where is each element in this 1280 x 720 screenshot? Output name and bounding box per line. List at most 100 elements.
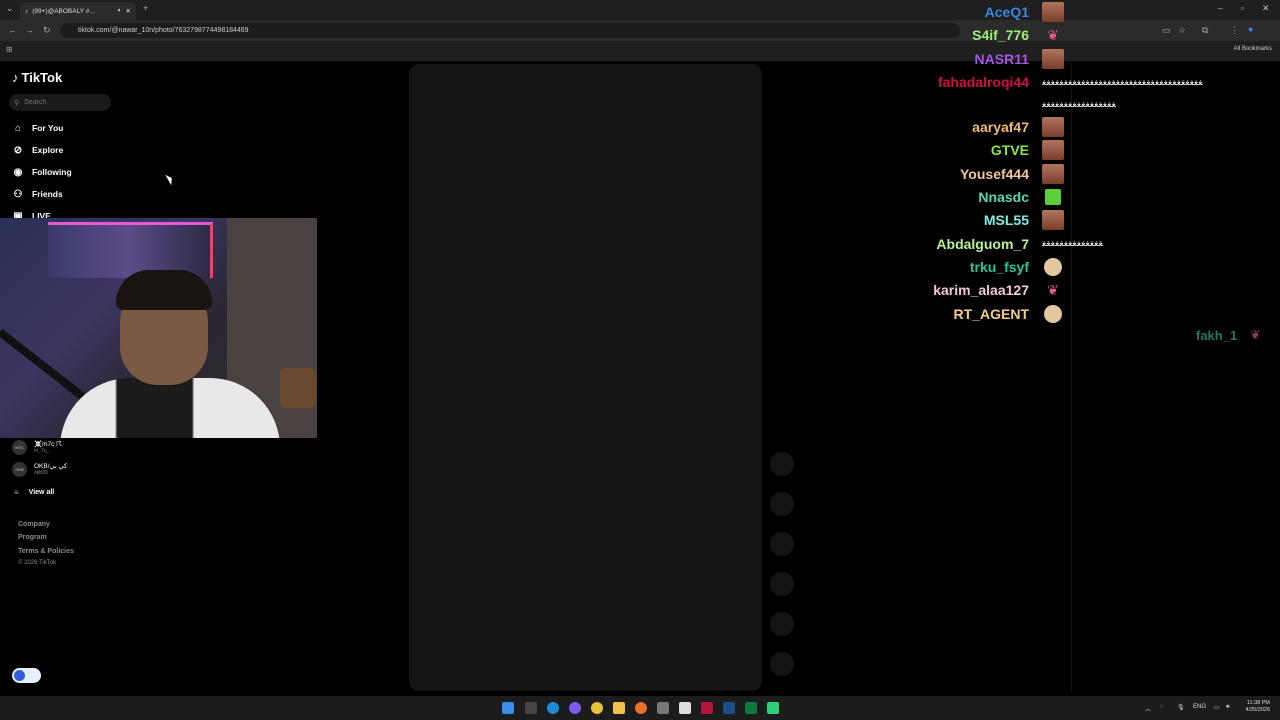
chat-avatar: [1042, 140, 1064, 160]
clapper-icon[interactable]: [657, 702, 669, 714]
excel-icon[interactable]: [745, 702, 757, 714]
new-tab-icon[interactable]: +: [143, 3, 148, 13]
nav-explore[interactable]: ⊘ Explore: [12, 144, 63, 156]
comment-button[interactable]: [770, 492, 794, 516]
extensions-icon[interactable]: ⧉: [1202, 25, 1208, 36]
footer-program[interactable]: Program: [18, 534, 47, 541]
chat-avatar: [1044, 305, 1062, 323]
browser-tab[interactable]: ♪ (99+)@ABOBALY #... 🔈︎ ✕: [20, 2, 136, 20]
chat-message: fahadalroqi44: [938, 71, 1035, 93]
window-close-icon[interactable]: ✕: [1262, 3, 1270, 14]
heart-emote-icon: ❦: [1047, 27, 1059, 43]
friends-icon: ⚇: [13, 188, 23, 200]
firefox-icon[interactable]: [635, 702, 647, 714]
chat-message: Abdalguom_7: [936, 233, 1035, 255]
nav-for-you[interactable]: ⌂ For You: [12, 122, 63, 134]
tiktok-logo[interactable]: ♪ TikTok: [12, 70, 62, 85]
edge-icon[interactable]: [547, 702, 559, 714]
share-button[interactable]: [770, 572, 794, 596]
account-text: ☠️m7c ☈ m_7c_: [34, 441, 62, 454]
nav-label: Following: [32, 167, 72, 177]
more-button[interactable]: [770, 612, 794, 636]
file-explorer-icon[interactable]: [613, 702, 625, 714]
chat-avatar: [1042, 117, 1064, 137]
bookmark-star-icon[interactable]: ☆: [1178, 25, 1186, 36]
all-bookmarks[interactable]: All Bookmarks: [1234, 46, 1272, 52]
steam-icon[interactable]: [723, 702, 735, 714]
screen: ⌄ ♪ (99+)@ABOBALY #... 🔈︎ ✕ + – ▫ ✕ ← → …: [0, 0, 1280, 720]
search-placeholder: Search: [24, 99, 47, 106]
install-icon[interactable]: ▭: [1162, 25, 1171, 36]
adobe-icon[interactable]: [701, 702, 713, 714]
menu-icon[interactable]: ⋮: [1230, 25, 1239, 36]
following-account[interactable]: M7C ☠️m7c ☈ m_7c_: [12, 440, 62, 455]
footer-terms[interactable]: Terms & Policies: [18, 548, 74, 555]
chat-message: NASR11: [975, 48, 1035, 70]
tiktok-logo-text: TikTok: [21, 70, 63, 85]
chat-avatar: [1042, 210, 1064, 230]
footer-copyright: © 2026 TikTok: [18, 560, 57, 566]
document-icon[interactable]: [679, 702, 691, 714]
browser-tab-bar: ⌄ ♪ (99+)@ABOBALY #... 🔈︎ ✕ + – ▫ ✕: [0, 0, 1280, 20]
copilot-icon[interactable]: [569, 702, 581, 714]
minimize-icon[interactable]: –: [1218, 3, 1223, 13]
reload-icon[interactable]: ↻: [43, 25, 51, 36]
chat-username: fahadalroqi44: [937, 74, 1029, 90]
account-name: ☠️m7c ☈: [34, 441, 63, 448]
view-all-label: View all: [28, 489, 55, 496]
back-icon[interactable]: ←: [8, 25, 17, 35]
tray-display-icon[interactable]: ▭: [1214, 704, 1220, 711]
url-field[interactable]: tiktok.com/@nawar_10n/photo/763279877449…: [60, 23, 960, 38]
chat-avatar: [1045, 189, 1061, 205]
nav-friends[interactable]: ⚇ Friends: [12, 188, 63, 200]
profile-avatar-icon[interactable]: ●: [1248, 24, 1253, 34]
video-player[interactable]: [409, 64, 762, 691]
search-input[interactable]: ⚲ Search: [9, 94, 111, 111]
address-bar-row: ← → ↻ tiktok.com/@nawar_10n/photo/763279…: [0, 20, 1280, 41]
chat-username: aaryaf47: [972, 119, 1029, 135]
chat-message: S4if_776: [972, 24, 1035, 46]
following-account[interactable]: OKB OKB/كي بي okb99: [12, 462, 67, 477]
like-button[interactable]: [770, 452, 794, 476]
nav-label: Friends: [32, 189, 63, 199]
nav-following[interactable]: ◉ Following: [12, 166, 72, 178]
favorite-button[interactable]: [770, 532, 794, 556]
maximize-icon[interactable]: ▫: [1241, 3, 1244, 13]
tab-close-icon[interactable]: ✕: [126, 7, 131, 15]
tiktok-note-icon: ♪: [12, 70, 19, 85]
task-view-icon[interactable]: [525, 702, 537, 714]
rgb-light-strip: [48, 222, 213, 278]
chat-message: aaryaf47: [972, 116, 1035, 138]
tab-audio-icon[interactable]: 🔈︎: [118, 7, 122, 15]
chat-message: Nnasdc: [978, 186, 1035, 208]
toggle-switch[interactable]: [12, 668, 41, 683]
chat-username: Abdalguom_7: [936, 236, 1029, 252]
chat-avatar: [1044, 258, 1062, 276]
tray-network-icon[interactable]: ◌: [1160, 704, 1164, 710]
avatar: OKB: [12, 462, 27, 477]
view-all-button[interactable]: ≡ View all: [12, 488, 54, 497]
chat-username: NASR11: [974, 51, 1029, 67]
chat-username: karim_alaa127: [933, 282, 1029, 298]
list-icon: ≡: [14, 488, 19, 497]
heart-emote-icon: ❦: [1250, 327, 1261, 342]
clock[interactable]: 11:38 PM 4/25/2026: [1246, 700, 1270, 714]
chat-username: trku_fsyf: [969, 259, 1029, 275]
chat-message: Yousef444: [960, 163, 1035, 185]
apps-grid-icon[interactable]: ⊞: [6, 45, 13, 54]
account-handle: okb99: [34, 470, 48, 476]
tray-chevron-icon[interactable]: ︿: [1145, 704, 1151, 713]
tab-search-icon[interactable]: ⌄: [6, 3, 14, 14]
chrome-icon[interactable]: [591, 702, 603, 714]
forward-icon[interactable]: →: [25, 25, 34, 35]
music-button[interactable]: [770, 652, 794, 676]
tray-mic-icon[interactable]: 🎙︎: [1177, 704, 1185, 711]
account-text: OKB/كي بي okb99: [34, 463, 67, 476]
start-icon[interactable]: [502, 702, 514, 714]
background-lamp: [280, 368, 316, 408]
footer-company[interactable]: Company: [18, 521, 50, 528]
chat-message: trku_fsyf: [970, 256, 1035, 278]
app-icon[interactable]: [767, 702, 779, 714]
tray-volume-icon[interactable]: 🔊︎: [1226, 704, 1230, 711]
language-indicator[interactable]: ENG: [1193, 704, 1206, 710]
